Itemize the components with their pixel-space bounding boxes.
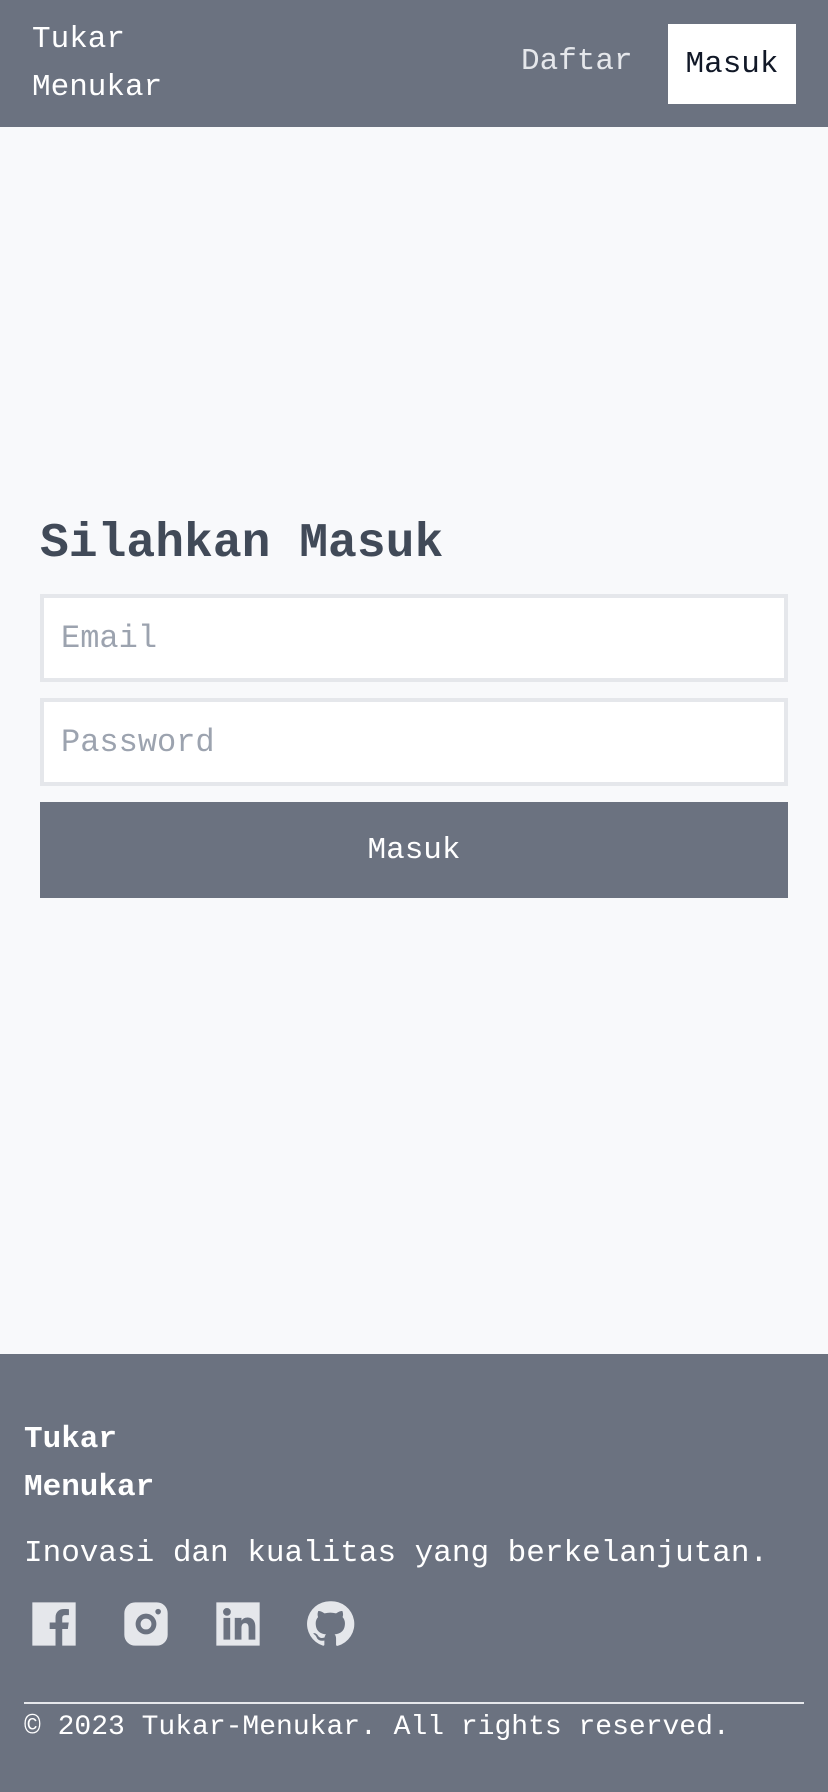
login-submit-button[interactable]: Masuk (40, 802, 788, 898)
nav-login-button[interactable]: Masuk (668, 24, 796, 104)
facebook-icon[interactable] (26, 1596, 82, 1652)
login-title: Silahkan Masuk (40, 517, 444, 571)
footer-brand: Tukar Menukar (24, 1422, 155, 1505)
github-icon[interactable] (302, 1596, 358, 1652)
copyright-text: © 2023 Tukar-Menukar. All rights reserve… (24, 1712, 730, 1743)
top-navbar: Tukar Menukar Daftar Masuk (0, 0, 828, 127)
nav-register-link[interactable]: Daftar (521, 38, 633, 86)
instagram-icon[interactable] (118, 1596, 174, 1652)
password-input[interactable] (40, 698, 788, 786)
footer-tagline: Inovasi dan kualitas yang berkelanjutan. (24, 1536, 769, 1571)
email-input[interactable] (40, 594, 788, 682)
brand-logo-text[interactable]: Tukar Menukar (32, 16, 192, 112)
linkedin-icon[interactable] (210, 1596, 266, 1652)
